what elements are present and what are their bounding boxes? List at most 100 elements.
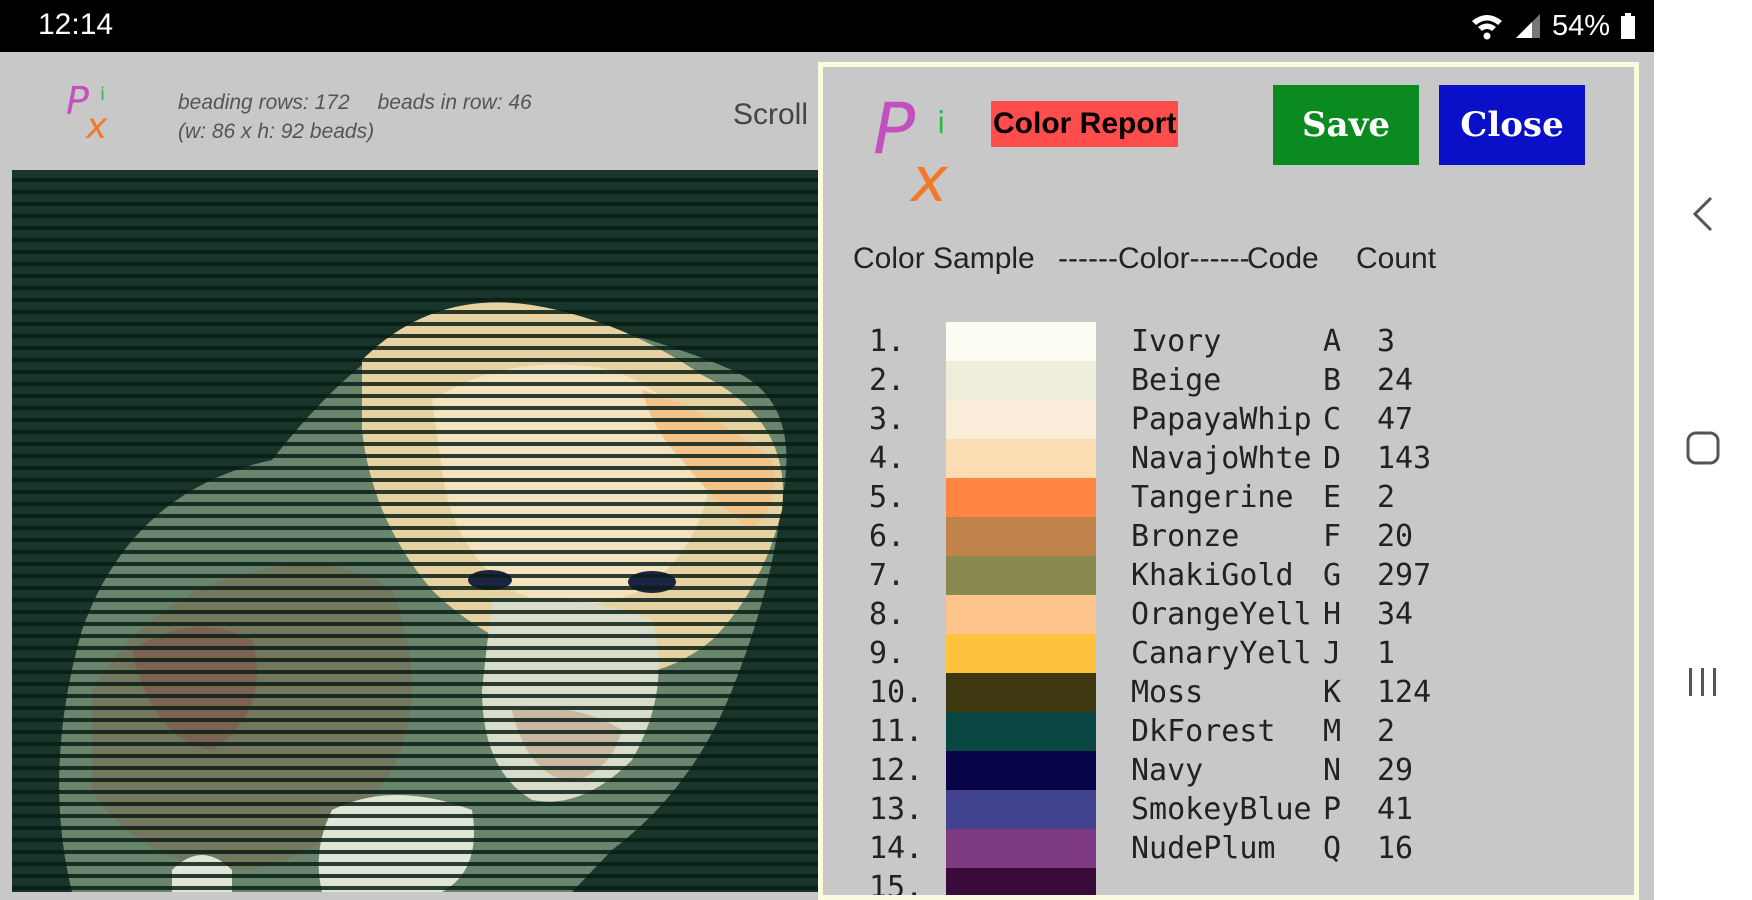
color-code: J bbox=[1323, 636, 1342, 671]
save-button[interactable]: Save bbox=[1273, 85, 1419, 165]
scroll-button[interactable]: Scroll bbox=[733, 98, 808, 132]
color-row: 3. PapayaWhip C 47 bbox=[823, 400, 1634, 439]
color-swatch bbox=[946, 751, 1096, 790]
color-row: 12. Navy N 29 bbox=[823, 751, 1634, 790]
row-number: 11. bbox=[869, 714, 924, 749]
color-row: 13. SmokeyBlue P 41 bbox=[823, 790, 1634, 829]
color-name: Navy bbox=[1131, 753, 1204, 788]
app-main: P x i beading rows: 172 beads in row: 46 … bbox=[0, 52, 1654, 900]
app-logo-icon: P x i bbox=[66, 79, 108, 144]
color-name: SmokeyBlue bbox=[1131, 792, 1312, 827]
bead-pattern-canvas[interactable] bbox=[12, 170, 818, 892]
status-time: 12:14 bbox=[38, 8, 114, 41]
back-button[interactable] bbox=[1654, 174, 1752, 254]
color-code: G bbox=[1323, 558, 1342, 593]
home-icon bbox=[1686, 431, 1720, 465]
battery-icon bbox=[1621, 13, 1635, 39]
color-name: Beige bbox=[1131, 363, 1222, 398]
color-code: B bbox=[1323, 363, 1342, 398]
row-number: 6. bbox=[869, 519, 906, 554]
color-count: 3 bbox=[1377, 324, 1396, 359]
color-code: D bbox=[1323, 441, 1342, 476]
app-header: P x i beading rows: 172 beads in row: 46 … bbox=[0, 52, 820, 162]
color-name: NavajoWhte bbox=[1131, 441, 1312, 476]
color-code: M bbox=[1323, 714, 1342, 749]
color-row: 8. OrangeYell H 34 bbox=[823, 595, 1634, 634]
color-count: 29 bbox=[1377, 753, 1414, 788]
color-row: 2. Beige B 24 bbox=[823, 361, 1634, 400]
column-header-code: Code bbox=[1247, 242, 1319, 275]
color-code: A bbox=[1323, 324, 1342, 359]
color-swatch bbox=[946, 478, 1096, 517]
color-name: Ivory bbox=[1131, 324, 1222, 359]
color-name: Bronze bbox=[1131, 519, 1240, 554]
home-button[interactable] bbox=[1654, 408, 1752, 488]
color-swatch bbox=[946, 517, 1096, 556]
color-count: 143 bbox=[1377, 441, 1432, 476]
app-logo-icon: P x i bbox=[873, 88, 949, 207]
color-code: K bbox=[1323, 675, 1342, 710]
color-count: 2 bbox=[1377, 714, 1396, 749]
color-count: 1 bbox=[1377, 636, 1396, 671]
color-swatch bbox=[946, 673, 1096, 712]
color-count: 34 bbox=[1377, 597, 1414, 632]
color-code: N bbox=[1323, 753, 1342, 788]
color-name: KhakiGold bbox=[1131, 558, 1294, 593]
row-number: 13. bbox=[869, 792, 924, 827]
svg-text:i: i bbox=[937, 106, 945, 141]
color-code: E bbox=[1323, 480, 1342, 515]
color-row: 11. DkForest M 2 bbox=[823, 712, 1634, 751]
signal-icon bbox=[1515, 14, 1540, 38]
row-number: 8. bbox=[869, 597, 906, 632]
color-swatch bbox=[946, 712, 1096, 751]
color-count: 124 bbox=[1377, 675, 1432, 710]
report-title: Color Report bbox=[991, 101, 1179, 147]
row-number: 10. bbox=[869, 675, 924, 710]
color-name: Moss bbox=[1131, 675, 1204, 710]
status-icons: 54% bbox=[1470, 8, 1636, 44]
color-row: 14. NudePlum Q 16 bbox=[823, 829, 1634, 868]
battery-percent: 54% bbox=[1551, 9, 1610, 42]
color-swatch bbox=[946, 790, 1096, 829]
bead-pattern-image bbox=[12, 170, 818, 892]
pattern-info: beading rows: 172 beads in row: 46 (w: 86… bbox=[178, 88, 532, 146]
color-swatch bbox=[946, 868, 1096, 895]
color-count: 41 bbox=[1377, 792, 1414, 827]
color-row: 15. bbox=[823, 868, 1634, 895]
color-row: 10. Moss K 124 bbox=[823, 673, 1634, 712]
color-swatch bbox=[946, 829, 1096, 868]
back-icon bbox=[1692, 196, 1713, 232]
row-number: 7. bbox=[869, 558, 906, 593]
color-swatch bbox=[946, 361, 1096, 400]
svg-text:i: i bbox=[100, 84, 105, 105]
color-name: OrangeYell bbox=[1131, 597, 1312, 632]
color-row: 6. Bronze F 20 bbox=[823, 517, 1634, 556]
beading-rows-text: beading rows: 172 bbox=[178, 91, 350, 114]
color-report-panel: P x i Color Report Save Close Color Samp… bbox=[818, 62, 1639, 900]
color-count: 297 bbox=[1377, 558, 1432, 593]
row-number: 3. bbox=[869, 402, 906, 437]
recents-icon bbox=[1689, 668, 1716, 696]
color-list[interactable]: 1. Ivory A 3 2. Beige B 24 3. PapayaWhip C 47 4. Nava… bbox=[823, 322, 1634, 895]
row-number: 14. bbox=[869, 831, 924, 866]
row-number: 9. bbox=[869, 636, 906, 671]
color-count: 24 bbox=[1377, 363, 1414, 398]
color-count: 20 bbox=[1377, 519, 1414, 554]
color-swatch bbox=[946, 634, 1096, 673]
row-number: 5. bbox=[869, 480, 906, 515]
color-code: P bbox=[1323, 792, 1342, 827]
color-swatch bbox=[946, 400, 1096, 439]
recents-button[interactable] bbox=[1654, 642, 1752, 722]
column-header-sample: Color Sample bbox=[853, 242, 1035, 275]
svg-text:x: x bbox=[85, 106, 108, 144]
svg-text:P: P bbox=[873, 88, 916, 170]
color-count: 2 bbox=[1377, 480, 1396, 515]
color-swatch bbox=[946, 439, 1096, 478]
row-number: 2. bbox=[869, 363, 906, 398]
color-swatch bbox=[946, 595, 1096, 634]
color-name: CanaryYell bbox=[1131, 636, 1312, 671]
close-button[interactable]: Close bbox=[1439, 85, 1585, 165]
row-number: 1. bbox=[869, 324, 906, 359]
navigation-bar bbox=[1654, 0, 1752, 900]
column-header-count: Count bbox=[1356, 242, 1437, 275]
